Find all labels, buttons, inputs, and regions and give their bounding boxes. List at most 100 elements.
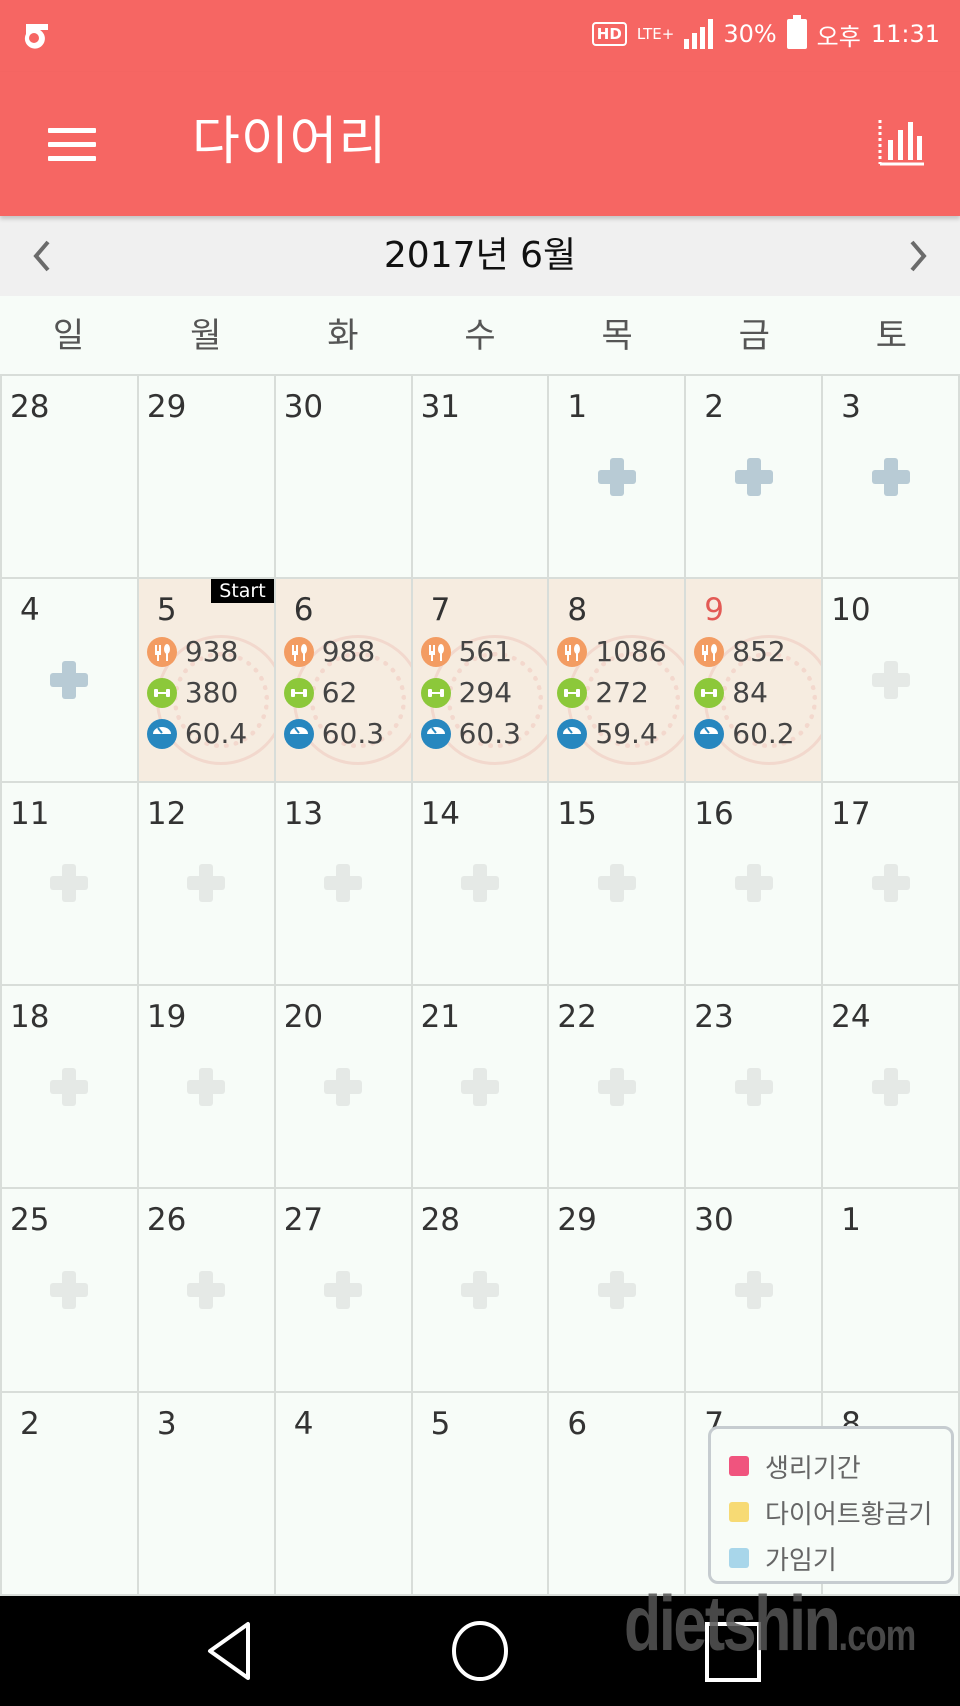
calendar-day-cell[interactable]: 30 [275, 376, 413, 580]
day-number: 1 [841, 1202, 861, 1239]
calendar-day-cell[interactable]: 28 [412, 1189, 550, 1393]
add-entry-plus-icon[interactable] [734, 1067, 773, 1106]
calendar-day-cell[interactable]: 22 [549, 985, 687, 1190]
stat-row-exercise: 62 [283, 672, 407, 713]
calendar-day-cell[interactable]: 3 [138, 1392, 276, 1596]
calendar-day-cell[interactable]: 17 [823, 782, 960, 986]
statistics-button[interactable] [872, 112, 932, 172]
weekday-sat: 토 [875, 316, 908, 356]
calendar-grid: 28 29 30 31 1 2 3 4 5 Start 938 380 60.4 6 988 62 60.3 7 5… [0, 374, 960, 1596]
back-triangle-icon[interactable] [190, 1616, 270, 1686]
system-nav-bar: dietshin.com [0, 1579, 960, 1706]
add-entry-plus-icon[interactable] [50, 1067, 89, 1106]
add-entry-plus-icon[interactable] [460, 1270, 499, 1309]
calendar-day-cell[interactable]: 30 [686, 1189, 824, 1393]
calendar-day-cell[interactable]: 24 [823, 985, 960, 1190]
calendar-day-cell[interactable]: 31 [412, 376, 550, 580]
weekday-tue: 화 [327, 316, 359, 356]
legend-label: 생리기간 [765, 1453, 861, 1484]
calendar-day-cell[interactable]: 14 [412, 782, 550, 986]
calendar-day-cell[interactable]: 20 [275, 985, 413, 1190]
calendar-day-cell[interactable]: 29 [549, 1189, 687, 1393]
add-entry-plus-icon[interactable] [50, 660, 89, 699]
calendar-day-cell[interactable]: 1 [549, 376, 687, 580]
add-entry-plus-icon[interactable] [324, 1270, 363, 1309]
calendar-day-cell[interactable]: 3 [823, 376, 960, 580]
weekday-wed: 수 [464, 316, 496, 356]
add-entry-plus-icon[interactable] [460, 864, 499, 903]
add-entry-plus-icon[interactable] [597, 864, 636, 903]
add-entry-plus-icon[interactable] [734, 864, 773, 903]
chevron-right-icon[interactable] [896, 234, 940, 278]
calendar-day-cell[interactable]: 1 [823, 1189, 960, 1393]
calendar-day-cell[interactable]: 25 [2, 1189, 139, 1393]
menu-button[interactable] [44, 116, 100, 172]
day-number: 16 [694, 795, 734, 832]
add-entry-plus-icon[interactable] [50, 864, 89, 903]
add-entry-plus-icon[interactable] [871, 457, 910, 496]
food-icon [283, 636, 314, 667]
add-entry-plus-icon[interactable] [460, 1067, 499, 1106]
calendar-day-cell[interactable]: 29 [138, 376, 276, 580]
calendar-day-cell[interactable]: 8 1086 272 59.4 [549, 579, 687, 783]
add-entry-plus-icon[interactable] [871, 660, 910, 699]
add-entry-plus-icon[interactable] [324, 864, 363, 903]
weight-value: 59.4 [595, 716, 658, 750]
stat-row-weight: 60.3 [283, 713, 407, 754]
scale-icon [694, 718, 725, 749]
hamburger-menu-icon [48, 128, 96, 133]
day-stats: 938 380 60.4 [146, 631, 270, 754]
day-number: 3 [841, 389, 861, 425]
day-number: 9 [704, 592, 725, 629]
calories-eaten: 1086 [595, 634, 667, 668]
day-number: 23 [694, 998, 734, 1035]
calendar-day-cell[interactable]: 10 [823, 579, 960, 783]
add-entry-plus-icon[interactable] [597, 1067, 636, 1106]
add-entry-plus-icon[interactable] [50, 1270, 89, 1309]
day-number: 1 [567, 389, 588, 425]
add-entry-plus-icon[interactable] [597, 1270, 636, 1309]
calendar-day-cell[interactable]: 5 [412, 1392, 550, 1596]
add-entry-plus-icon[interactable] [734, 457, 773, 496]
calendar-day-cell[interactable]: 26 [138, 1189, 276, 1393]
weekday-header: 일 월 화 수 목 금 토 [0, 296, 960, 376]
calendar-day-cell[interactable]: 18 [2, 985, 139, 1190]
calendar-day-cell[interactable]: 2 [686, 376, 824, 580]
status-bar: HD LTE+ 30% 오후 11:31 [0, 0, 960, 72]
add-entry-plus-icon[interactable] [871, 864, 910, 903]
add-entry-plus-icon[interactable] [187, 864, 226, 903]
calendar-day-cell[interactable]: 7 561 294 60.3 [412, 579, 550, 783]
calendar-day-cell[interactable]: 5 Start 938 380 60.4 [138, 579, 276, 783]
battery-charging-icon [786, 15, 807, 49]
add-entry-plus-icon[interactable] [734, 1270, 773, 1309]
calendar-day-cell[interactable]: 9 852 84 60.2 [686, 579, 824, 783]
day-number: 30 [283, 389, 324, 425]
calendar-day-cell[interactable]: 19 [138, 985, 276, 1190]
calendar-day-cell[interactable]: 16 [686, 782, 824, 986]
add-entry-plus-icon[interactable] [187, 1067, 226, 1106]
calendar-day-cell[interactable]: 11 [2, 782, 139, 986]
calendar-day-cell[interactable]: 28 [2, 376, 139, 580]
calendar-day-cell[interactable]: 6 [549, 1392, 687, 1596]
lte-icon: LTE+ [636, 25, 675, 43]
add-entry-plus-icon[interactable] [324, 1067, 363, 1106]
current-month-label: 2017년 6월 [383, 235, 577, 276]
calendar-day-cell[interactable]: 2 [2, 1392, 139, 1596]
home-circle-icon[interactable] [440, 1616, 520, 1686]
stat-row-weight: 59.4 [557, 713, 680, 754]
add-entry-plus-icon[interactable] [597, 457, 636, 496]
calendar-day-cell[interactable]: 4 [275, 1392, 413, 1596]
day-number: 28 [10, 389, 50, 425]
calendar-day-cell[interactable]: 23 [686, 985, 824, 1190]
calendar-day-cell[interactable]: 4 [2, 579, 139, 783]
calendar-day-cell[interactable]: 27 [275, 1189, 413, 1393]
add-entry-plus-icon[interactable] [871, 1067, 910, 1106]
calendar-day-cell[interactable]: 21 [412, 985, 550, 1190]
add-entry-plus-icon[interactable] [187, 1270, 226, 1309]
calendar-day-cell[interactable]: 6 988 62 60.3 [275, 579, 413, 783]
calendar-day-cell[interactable]: 15 [549, 782, 687, 986]
calendar-day-cell[interactable]: 12 [138, 782, 276, 986]
day-number: 3 [156, 1405, 177, 1442]
day-number: 29 [557, 1202, 597, 1239]
calendar-day-cell[interactable]: 13 [275, 782, 413, 986]
